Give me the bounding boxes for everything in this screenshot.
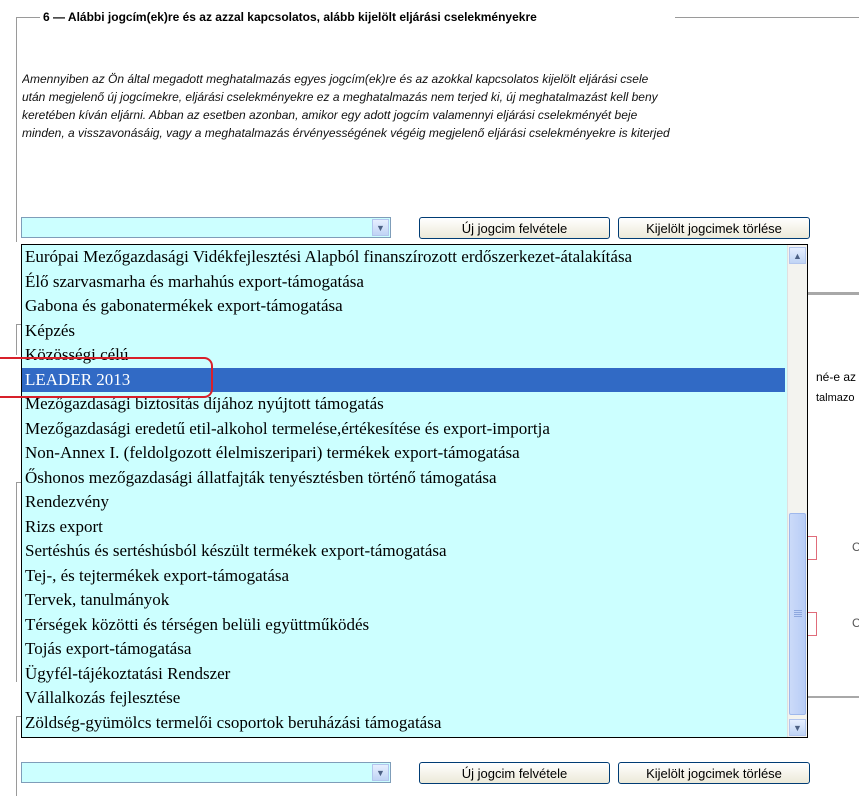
dropdown-option[interactable]: Tej-, és tejtermékek export-támogatása [22,564,785,589]
dropdown-option[interactable]: Tervek, tanulmányok [22,588,785,613]
background-text: talmazo [816,392,855,404]
delete-selected-button[interactable]: Kijelölt jogcimek törlése [618,762,810,784]
dropdown-option[interactable]: Ügyfél-tájékoztatási Rendszer [22,662,785,687]
fieldset-top-right [675,17,859,18]
dropdown-option[interactable]: Térségek közötti és térségen belüli együ… [22,613,785,638]
dropdown-option[interactable]: Rendezvény [22,490,785,515]
dropdown-option[interactable]: Vállalkozás fejlesztése [22,686,785,711]
input-edge[interactable] [808,612,817,636]
chevron-down-icon[interactable]: ▼ [372,219,389,236]
divider-line-1 [808,292,859,295]
fieldset-left-3 [16,482,17,682]
dropdown-option[interactable]: Rizs export [22,515,785,540]
paragraph-line: után megjelenő új jogcímekre, eljárási c… [22,90,658,104]
option-list: Európai Mezőgazdasági Vidékfejlesztési A… [22,245,807,735]
selection-highlight-box [0,357,213,398]
chevron-down-icon[interactable]: ▼ [372,764,389,781]
paragraph-line: Amennyiben az Ön által megadott meghatal… [22,72,649,86]
background-text: C [852,616,859,630]
paragraph-line: keretében kíván eljárni. Abban az esetbe… [22,108,638,122]
paragraph-line: minden, a visszavonásáig, vagy a meghata… [22,126,670,140]
fieldset-top-left [16,17,40,18]
dropdown-option[interactable]: Képzés [22,319,785,344]
dropdown-option[interactable]: Élő szarvasmarha és marhahús export-támo… [22,270,785,295]
section-legend: 6 — Alábbi jogcím(ek)re és az azzal kapc… [40,10,540,24]
fieldset-left-2 [16,325,17,355]
dropdown-option[interactable]: Európai Mezőgazdasági Vidékfejlesztési A… [22,245,785,270]
scroll-up-icon[interactable]: ▲ [789,247,806,264]
delete-selected-button[interactable]: Kijelölt jogcimek törlése [618,217,810,239]
scroll-thumb[interactable] [789,513,806,715]
dropdown-option[interactable]: Gabona és gabonatermékek export-támogatá… [22,294,785,319]
dropdown-scrollbar[interactable]: ▲ ▼ [787,245,807,737]
dropdown-option[interactable]: Mezőgazdasági eredetű etil-alkohol terme… [22,417,785,442]
jogcim-dropdown-list[interactable]: Európai Mezőgazdasági Vidékfejlesztési A… [21,244,808,738]
dropdown-option[interactable]: Non-Annex I. (feldolgozott élelmiszeripa… [22,441,785,466]
fieldset-left-4 [16,716,17,796]
jogcim-select-top[interactable]: ▼ [21,217,391,238]
add-jogcim-button[interactable]: Új jogcim felvétele [419,217,610,239]
dropdown-option[interactable]: Őshonos mezőgazdasági állatfajták tenyés… [22,466,785,491]
input-edge[interactable] [808,536,817,560]
info-paragraph: Amennyiben az Ön által megadott meghatal… [22,70,859,142]
dropdown-option[interactable]: Tojás export-támogatása [22,637,785,662]
background-text: C [852,540,859,554]
scroll-down-icon[interactable]: ▼ [789,719,806,736]
dropdown-option[interactable]: Sertéshús és sertéshúsból készült termék… [22,539,785,564]
add-jogcim-button[interactable]: Új jogcim felvétele [419,762,610,784]
background-text: né-e az [816,370,857,384]
divider-line-5 [808,696,859,698]
dropdown-option[interactable]: Zöldség-gyümölcs termelői csoportok beru… [22,711,785,736]
fieldset-left [16,17,17,242]
jogcim-select-bottom[interactable]: ▼ [21,762,391,783]
